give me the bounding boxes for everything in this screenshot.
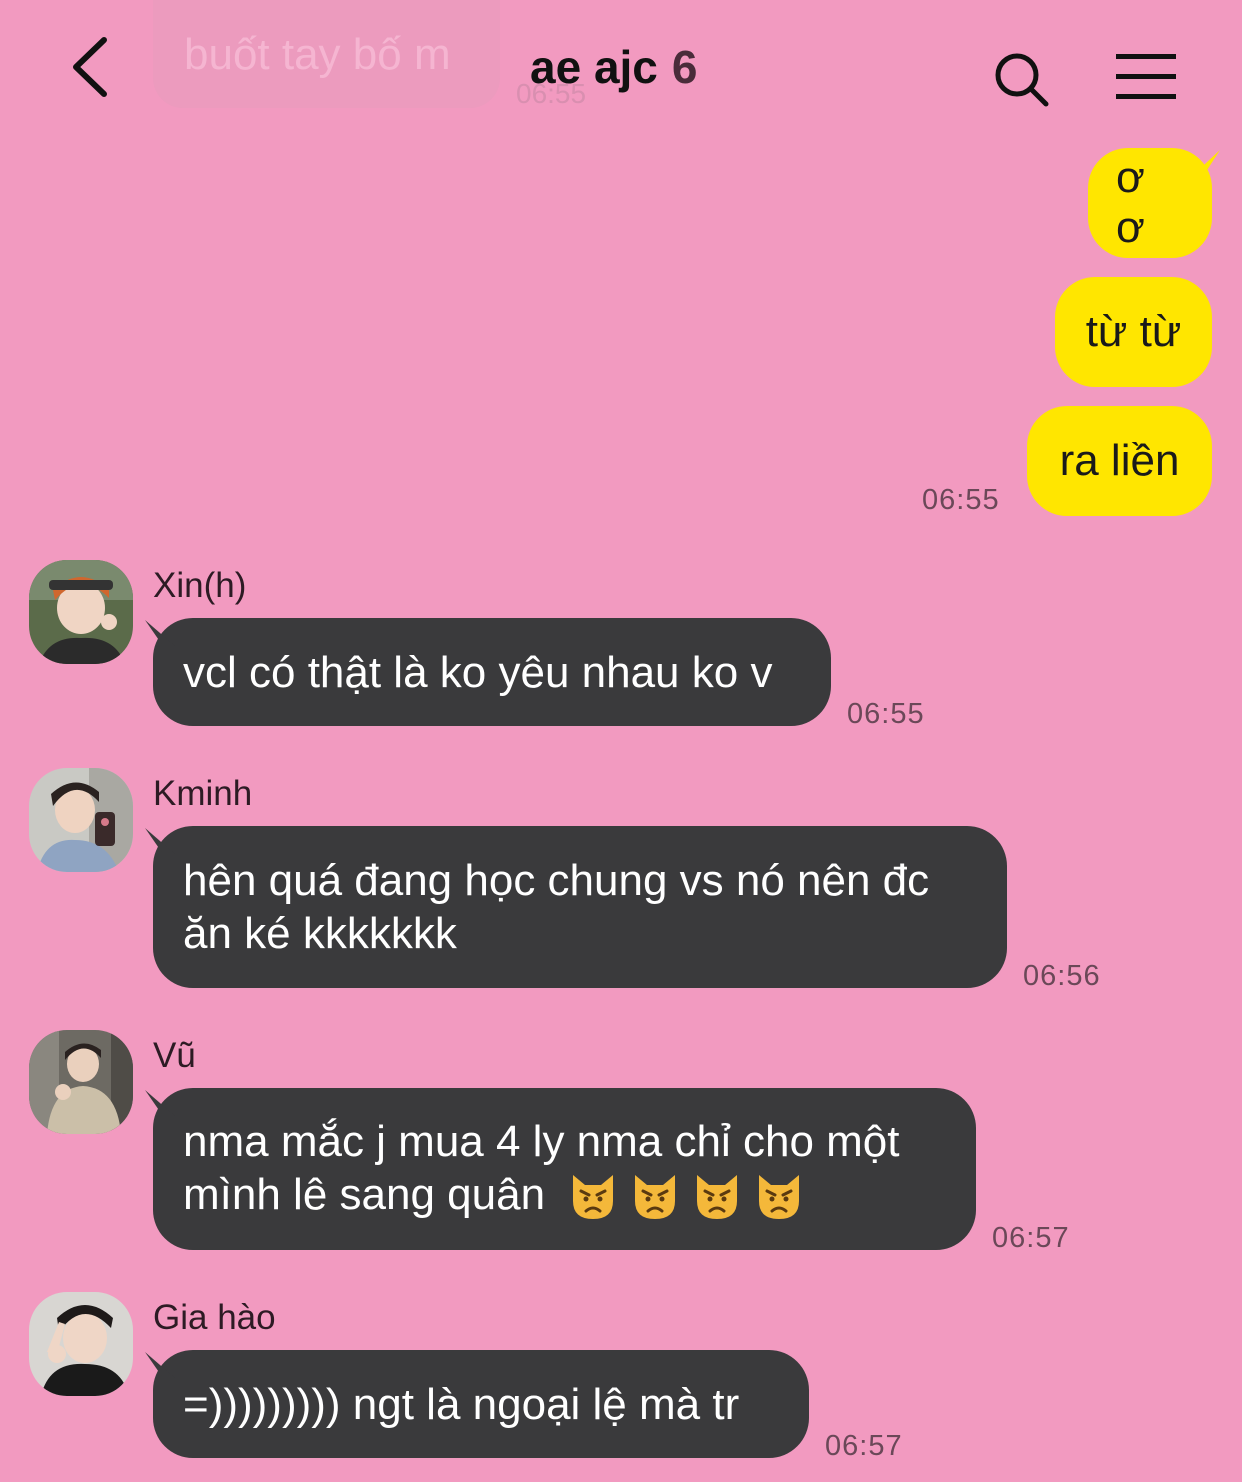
sender-name: Kminh [153, 774, 253, 813]
pouting-cat-emoji-icon [697, 1175, 738, 1220]
avatar[interactable] [29, 1030, 133, 1134]
message-line: hên quá đang học chung vs nó nên đc [183, 856, 930, 905]
outgoing-message-text: ơ ơ [1116, 153, 1145, 252]
message-timestamp: 06:55 [922, 484, 1000, 516]
avatar[interactable] [29, 560, 133, 664]
message-line: =))))))))) ngt là ngoại lệ mà tr [183, 1379, 740, 1429]
message-line: mình lê sang quân [183, 1169, 546, 1219]
pouting-cat-emoji-icon [573, 1175, 614, 1220]
message-timestamp: 06:57 [825, 1430, 903, 1462]
avatar[interactable] [29, 768, 133, 872]
search-icon [995, 53, 1049, 107]
back-button[interactable] [60, 34, 120, 100]
message-line-with-emoji: mình lê sang quân [183, 1168, 946, 1223]
incoming-message-bubble[interactable]: hên quá đang học chung vs nó nên đc ăn k… [153, 826, 1007, 988]
menu-button[interactable] [1112, 50, 1180, 104]
member-count: 6 [671, 41, 698, 93]
pouting-cat-emoji-icon [759, 1175, 800, 1220]
chevron-left-icon [73, 37, 107, 97]
outgoing-message-text: ra liền [1059, 436, 1180, 485]
sender-name: Vũ [153, 1036, 196, 1075]
chat-title[interactable]: ae ajc 6 [530, 40, 698, 94]
chat-title-text: ae ajc [530, 41, 658, 93]
outgoing-message-text: từ từ [1085, 307, 1182, 356]
hamburger-menu-icon [1116, 54, 1176, 99]
incoming-message-bubble[interactable]: vcl có thật là ko yêu nhau ko v [153, 618, 831, 726]
message-line: ăn ké kkkkkkk [183, 909, 457, 958]
message-timestamp: 06:56 [1023, 960, 1101, 992]
message-timestamp: 06:57 [992, 1222, 1070, 1254]
sender-name: Gia hào [153, 1298, 276, 1337]
search-button[interactable] [990, 48, 1054, 112]
emoji-group [567, 1171, 805, 1223]
outgoing-message-bubble[interactable]: ra liền [1027, 406, 1212, 516]
outgoing-message-bubble[interactable]: ơ ơ [1088, 148, 1212, 258]
message-line: vcl có thật là ko yêu nhau ko v [183, 647, 773, 697]
message-line: nma mắc j mua 4 ly nma chỉ cho một [183, 1116, 900, 1166]
pouting-cat-emoji-icon [635, 1175, 676, 1220]
outgoing-message-bubble[interactable]: từ từ [1055, 277, 1212, 387]
incoming-message-bubble[interactable]: nma mắc j mua 4 ly nma chỉ cho một mình … [153, 1088, 976, 1250]
chat-header: ae ajc 6 [0, 0, 1242, 140]
incoming-message-bubble[interactable]: =))))))))) ngt là ngoại lệ mà tr [153, 1350, 809, 1458]
message-timestamp: 06:55 [847, 698, 925, 730]
avatar[interactable] [29, 1292, 133, 1396]
sender-name: Xin(h) [153, 566, 247, 605]
